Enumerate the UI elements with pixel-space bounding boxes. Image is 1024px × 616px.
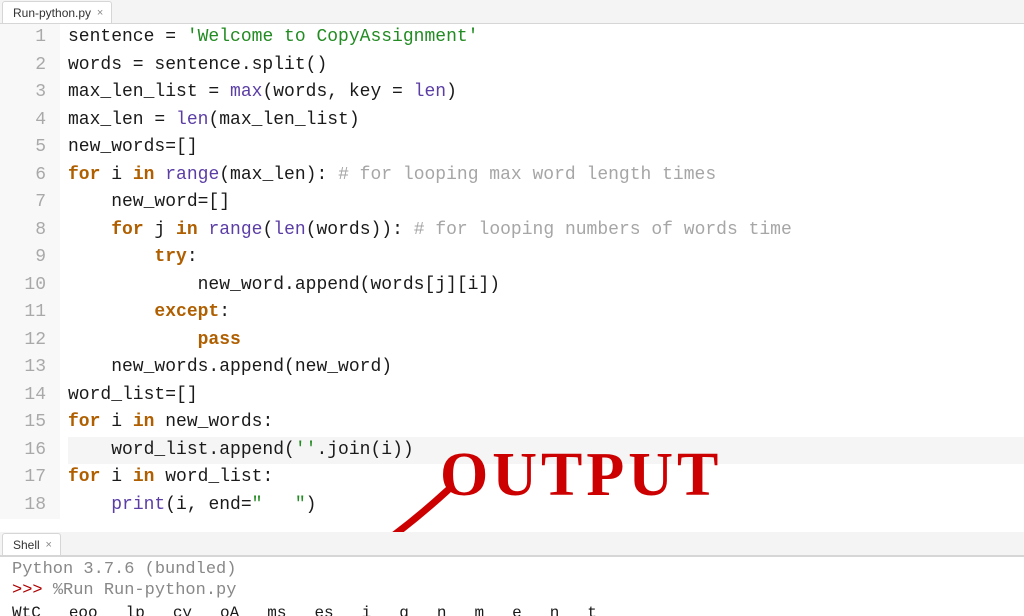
output-token: m: [474, 603, 484, 616]
output-token: i: [362, 603, 372, 616]
code-editor[interactable]: 123456789101112131415161718 sentence = '…: [0, 24, 1024, 532]
line-number: 17: [0, 464, 46, 492]
shell-prompt: >>>: [12, 581, 43, 600]
line-number: 10: [0, 272, 46, 300]
output-token: g: [399, 603, 409, 616]
code-line[interactable]: try:: [68, 244, 1024, 272]
code-line[interactable]: new_words=[]: [68, 134, 1024, 162]
line-number: 6: [0, 162, 46, 190]
code-line[interactable]: for j in range(len(words)): # for loopin…: [68, 217, 1024, 245]
editor-tab-bar: Run-python.py ×: [0, 0, 1024, 24]
code-line[interactable]: except:: [68, 299, 1024, 327]
line-number: 12: [0, 327, 46, 355]
output-token: n: [550, 603, 560, 616]
line-number: 1: [0, 24, 46, 52]
line-number: 2: [0, 52, 46, 80]
line-number: 3: [0, 79, 46, 107]
shell-output: WtC eoo lp cy oA ms es i g n m e n t: [12, 603, 1016, 616]
code-line[interactable]: max_len_list = max(words, key = len): [68, 79, 1024, 107]
code-line[interactable]: for i in new_words:: [68, 409, 1024, 437]
close-icon[interactable]: ×: [95, 8, 105, 18]
code-line[interactable]: for i in range(max_len): # for looping m…: [68, 162, 1024, 190]
code-content[interactable]: sentence = 'Welcome to CopyAssignment'wo…: [60, 24, 1024, 519]
shell-command: %Run Run-python.py: [53, 581, 237, 600]
line-number: 15: [0, 409, 46, 437]
output-token: oA: [220, 603, 239, 616]
line-number: 9: [0, 244, 46, 272]
line-number: 4: [0, 107, 46, 135]
output-token: n: [437, 603, 447, 616]
shell-pane[interactable]: Python 3.7.6 (bundled) >>> %Run Run-pyth…: [0, 556, 1024, 616]
line-number: 18: [0, 492, 46, 520]
output-token: eoo: [69, 603, 98, 616]
line-number: 11: [0, 299, 46, 327]
output-token: es: [314, 603, 333, 616]
code-line[interactable]: print(i, end=" "): [68, 492, 1024, 520]
code-line[interactable]: new_word=[]: [68, 189, 1024, 217]
output-token: e: [512, 603, 522, 616]
code-line[interactable]: word_list=[]: [68, 382, 1024, 410]
output-token: WtC: [12, 603, 41, 616]
line-number: 14: [0, 382, 46, 410]
output-token: lp: [126, 603, 145, 616]
line-number-gutter: 123456789101112131415161718: [0, 24, 60, 519]
shell-tab[interactable]: Shell ×: [2, 533, 61, 555]
shell-banner: Python 3.7.6 (bundled): [12, 559, 1016, 580]
code-line[interactable]: new_words.append(new_word): [68, 354, 1024, 382]
code-line[interactable]: new_word.append(words[j][i]): [68, 272, 1024, 300]
line-number: 16: [0, 437, 46, 465]
line-number: 13: [0, 354, 46, 382]
code-line[interactable]: max_len = len(max_len_list): [68, 107, 1024, 135]
output-token: ms: [267, 603, 286, 616]
editor-tab-label: Run-python.py: [13, 4, 91, 22]
code-line[interactable]: for i in word_list:: [68, 464, 1024, 492]
line-number: 8: [0, 217, 46, 245]
line-number: 7: [0, 189, 46, 217]
line-number: 5: [0, 134, 46, 162]
output-token: t: [587, 603, 597, 616]
code-line[interactable]: words = sentence.split(): [68, 52, 1024, 80]
editor-tab[interactable]: Run-python.py ×: [2, 1, 112, 23]
code-line[interactable]: pass: [68, 327, 1024, 355]
output-token: cy: [173, 603, 192, 616]
code-line[interactable]: word_list.append(''.join(i)): [68, 437, 1024, 465]
shell-prompt-line: >>> %Run Run-python.py: [12, 580, 1016, 601]
close-icon[interactable]: ×: [44, 540, 54, 550]
code-line[interactable]: sentence = 'Welcome to CopyAssignment': [68, 24, 1024, 52]
shell-tab-label: Shell: [13, 536, 40, 554]
shell-tab-bar: Shell ×: [0, 532, 1024, 556]
